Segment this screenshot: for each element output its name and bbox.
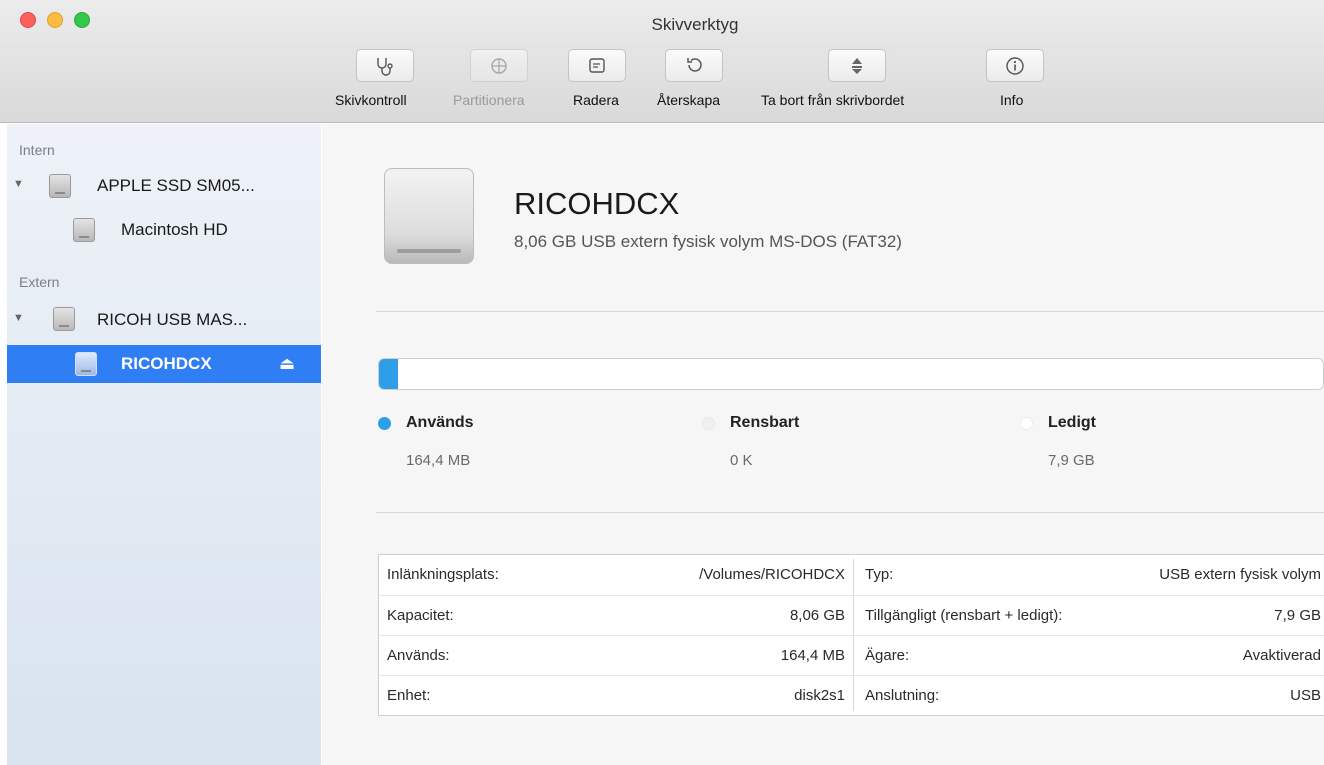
purgeable-dot-icon (702, 417, 715, 430)
erase-button[interactable] (568, 49, 626, 82)
restore-label: Återskapa (657, 92, 721, 108)
usage-bar (378, 358, 1324, 390)
sidebar-item-label: APPLE SSD SM05... (97, 176, 255, 195)
legend-purgeable-title: Rensbart (730, 414, 800, 431)
table-row: Inlänkningsplats: /Volumes/RICOHDCX Typ:… (379, 555, 1324, 595)
info-value: 164,4 MB (780, 647, 845, 664)
info-value: disk2s1 (794, 687, 845, 704)
info-key: Typ: (865, 566, 894, 583)
legend-purgeable-value: 0 K (730, 452, 753, 469)
restore-button[interactable] (665, 49, 723, 82)
info-key: Används: (387, 647, 450, 664)
first-aid-button[interactable] (356, 49, 414, 82)
table-row: Enhet: disk2s1 Anslutning: USB (379, 675, 1324, 715)
info-value: 7,9 GB (1274, 607, 1321, 624)
eject-icon[interactable]: ⏏ (279, 354, 295, 374)
toolbar: Skivverktyg Skivkontroll Partitionera Ra… (0, 0, 1324, 123)
info-value: USB extern fysisk volym (1159, 566, 1321, 583)
erase-label: Radera (573, 92, 619, 108)
disclosure-triangle-icon[interactable]: ▼ (13, 178, 24, 190)
legend-used-value: 164,4 MB (406, 452, 471, 469)
usage-bar-used (379, 359, 398, 389)
partition-button[interactable] (470, 49, 528, 82)
unmount-label: Ta bort från skrivbordet (761, 92, 905, 108)
info-value: USB (1290, 687, 1321, 704)
info-value: 8,06 GB (789, 607, 845, 624)
info-key: Inlänkningsplats: (387, 566, 499, 583)
volume-icon (75, 352, 97, 376)
restore-icon (687, 57, 702, 72)
info-value: Avaktiverad (1242, 647, 1321, 664)
legend-used-title: Används (406, 414, 474, 431)
info-key: Kapacitet: (387, 607, 454, 624)
external-disk-icon (53, 307, 75, 331)
external-drive-icon (384, 168, 474, 264)
first-aid-label: Skivkontroll (335, 92, 407, 108)
sidebar-item-ricohdcx[interactable]: RICOHDCX ⏏ (7, 345, 321, 383)
info-icon (1006, 56, 1024, 75)
internal-disk-icon (49, 174, 71, 198)
info-key: Anslutning: (865, 687, 940, 704)
erase-icon (589, 57, 605, 73)
legend-free-value: 7,9 GB (1048, 452, 1095, 469)
sidebar-section-external: Extern (19, 274, 60, 290)
free-dot-icon (1020, 417, 1033, 430)
unmount-icon (852, 57, 862, 74)
info-key: Enhet: (387, 687, 431, 704)
volume-icon (73, 218, 95, 242)
sidebar-item-label: RICOH USB MAS... (97, 310, 248, 329)
table-row: Kapacitet: 8,06 GB Tillgängligt (rensbar… (379, 595, 1324, 635)
table-row: Används: 164,4 MB Ägare: Avaktiverad (379, 635, 1324, 675)
partition-pie-icon (491, 57, 507, 74)
used-dot-icon (378, 417, 391, 430)
window-title: Skivverktyg (651, 15, 739, 34)
legend-free-title: Ledigt (1048, 414, 1096, 431)
volume-description: 8,06 GB USB extern fysisk volym MS-DOS (… (514, 232, 902, 251)
info-key: Tillgängligt (rensbart + ledigt): (865, 607, 1063, 624)
unmount-button[interactable] (828, 49, 886, 82)
info-button[interactable] (986, 49, 1044, 82)
stethoscope-icon (377, 57, 393, 76)
info-table: Inlänkningsplats: /Volumes/RICOHDCX Typ:… (378, 554, 1324, 716)
sidebar-section-internal: Intern (19, 142, 55, 158)
sidebar: Intern ▼ APPLE SSD SM05... Macintosh HD … (7, 124, 321, 765)
info-key: Ägare: (865, 647, 910, 664)
disclosure-triangle-icon[interactable]: ▼ (13, 312, 24, 324)
sidebar-item-label: Macintosh HD (121, 220, 228, 239)
volume-detail-pane: RICOHDCX 8,06 GB USB extern fysisk volym… (322, 124, 1324, 765)
info-value: /Volumes/RICOHDCX (699, 566, 845, 583)
divider (376, 512, 1324, 513)
volume-name: RICOHDCX (514, 186, 680, 221)
sidebar-item-label: RICOHDCX (121, 354, 212, 373)
info-label: Info (1000, 92, 1024, 108)
partition-label: Partitionera (453, 92, 525, 108)
divider (376, 311, 1324, 312)
